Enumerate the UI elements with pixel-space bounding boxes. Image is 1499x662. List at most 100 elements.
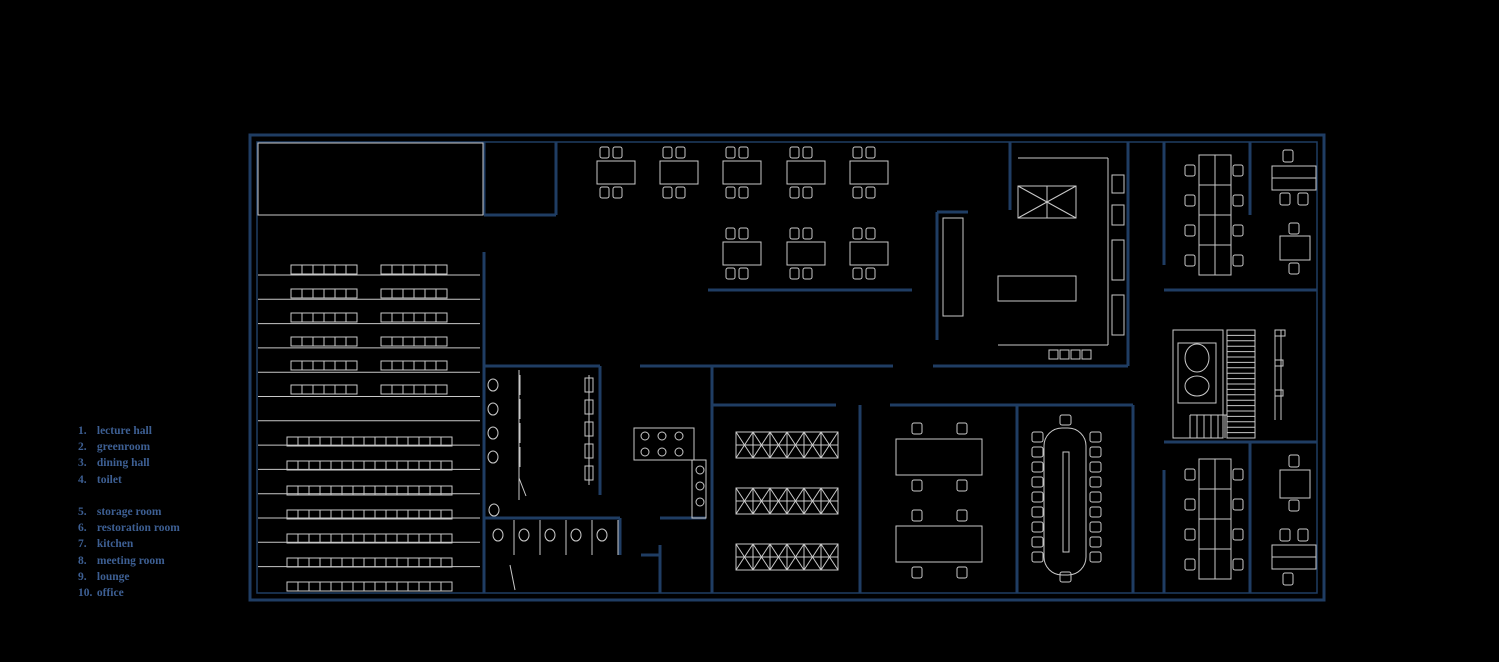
lecture-seat (308, 460, 321, 471)
chair (1297, 528, 1309, 542)
lecture-seat (374, 460, 387, 471)
sink (674, 447, 684, 457)
chair (725, 186, 736, 199)
toilet-bowl (544, 528, 556, 542)
lecture-seat (301, 264, 314, 275)
chair (599, 186, 610, 199)
lecture-seat (330, 533, 343, 544)
chair (802, 186, 813, 199)
lecture-seat (297, 533, 310, 544)
chair (725, 227, 736, 240)
chair (1282, 149, 1294, 163)
lecture-seat (319, 581, 332, 592)
dining-table (596, 160, 636, 185)
lecture-seat (391, 288, 404, 299)
legend-number: 8. (78, 554, 87, 567)
lecture-seat (290, 312, 303, 323)
lecture-seat (352, 533, 365, 544)
lecture-seat (334, 312, 347, 323)
lecture-seat (290, 384, 303, 395)
lecture-seat (330, 557, 343, 568)
lecture-seat (345, 264, 358, 275)
chair (1184, 468, 1196, 481)
legend-number: 2. (78, 441, 87, 454)
chair (1232, 224, 1244, 237)
chair (675, 186, 686, 199)
legend-label: toilet (96, 473, 122, 486)
dining-table (786, 241, 826, 266)
lecture-seat (380, 288, 393, 299)
lecture-seat (341, 581, 354, 592)
lecture-seat (301, 336, 314, 347)
legend-number: 7. (78, 538, 87, 551)
lecture-seat (385, 533, 398, 544)
legend-item-9: 9. lounge (78, 569, 180, 585)
lecture-seat (345, 336, 358, 347)
lecture-seat (374, 581, 387, 592)
lecture-seat (345, 312, 358, 323)
chair (1184, 528, 1196, 541)
chair (852, 186, 863, 199)
lecture-seat (402, 264, 415, 275)
chair (1184, 498, 1196, 511)
legend-number: 5. (78, 506, 87, 518)
lecture-seat (312, 288, 325, 299)
lecture-seat (435, 264, 448, 275)
sink (657, 447, 667, 457)
lecture-seat (319, 533, 332, 544)
office-desk (1279, 235, 1311, 261)
lecture-seat (312, 312, 325, 323)
meeting-table (1043, 427, 1087, 576)
toilet-bowl (570, 528, 582, 542)
chair (1232, 498, 1244, 511)
lecture-seat (440, 460, 453, 471)
lecture-seat (413, 360, 426, 371)
lounge-sofa (1177, 342, 1217, 404)
kitchen-burner (1048, 349, 1059, 360)
lecture-seat (308, 533, 321, 544)
lecture-seat (352, 581, 365, 592)
lecture-seat (312, 264, 325, 275)
lecture-seat (413, 336, 426, 347)
chair (956, 422, 968, 435)
lecture-seat (391, 264, 404, 275)
lecture-seat (286, 533, 299, 544)
lecture-seat (407, 533, 420, 544)
chair (1089, 476, 1102, 488)
chair (956, 509, 968, 522)
lecture-seat (301, 312, 314, 323)
toilet-bowl (518, 528, 530, 542)
legend-label: restoration room (96, 522, 180, 535)
stall-door (509, 564, 516, 591)
lecture-seat (380, 360, 393, 371)
walls (248, 133, 1326, 602)
kitchen-appliance (1111, 294, 1125, 336)
chair (1031, 431, 1044, 443)
chair (1089, 461, 1102, 473)
chair (802, 146, 813, 159)
chair (865, 227, 876, 240)
lecture-seat (380, 336, 393, 347)
legend-item-1: 1. lecture hall (78, 423, 180, 439)
lounge-shelf (1274, 329, 1286, 337)
lecture-seat (308, 581, 321, 592)
chair (738, 146, 749, 159)
lecture-seat (391, 384, 404, 395)
lecture-seat (402, 288, 415, 299)
lecture-seat (334, 360, 347, 371)
toilet-bowl (492, 528, 504, 542)
lecture-seat (286, 557, 299, 568)
sink (640, 431, 650, 441)
toilet-bowl (487, 378, 499, 392)
lecture-seat (330, 460, 343, 471)
lecture-seat (286, 460, 299, 471)
legend-item-6: 6. restoration room (78, 520, 180, 536)
lecture-seat (402, 384, 415, 395)
lecture-seat (334, 264, 347, 275)
lecture-seat (391, 312, 404, 323)
lecture-seat (396, 533, 409, 544)
lecture-seat (312, 336, 325, 347)
lecture-seat (363, 581, 376, 592)
lecture-seat (413, 384, 426, 395)
chair (911, 479, 923, 492)
